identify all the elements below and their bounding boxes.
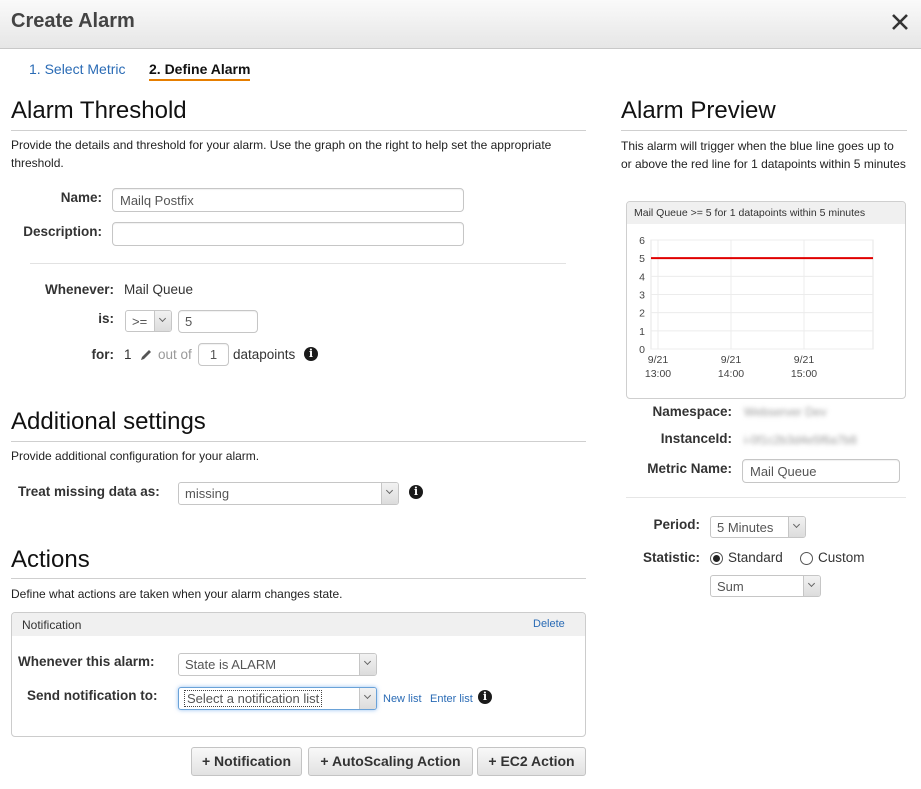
name-input[interactable]: Mailq Postfix <box>112 188 464 212</box>
alarm-preview-description: This alarm will trigger when the blue li… <box>621 139 906 171</box>
instanceid-label: InstanceId: <box>660 431 732 446</box>
metric-name-input[interactable]: Mail Queue <box>742 459 900 483</box>
chevron-down-icon <box>788 517 805 537</box>
y-tick-label: 1 <box>639 326 645 338</box>
statistic-custom-label[interactable]: Custom <box>818 550 865 565</box>
x-tick-time: 15:00 <box>791 368 817 380</box>
treat-missing-label: Treat missing data as: <box>18 484 160 499</box>
treat-missing-value: missing <box>185 486 230 501</box>
divider <box>621 130 907 131</box>
step-select-metric[interactable]: 1. Select Metric <box>29 61 125 77</box>
divider <box>11 578 586 579</box>
new-list-link[interactable]: New list <box>383 693 422 705</box>
chevron-down-icon <box>359 688 376 709</box>
operator-select[interactable]: >= <box>125 310 172 332</box>
datapoints-input[interactable]: 1 <box>198 343 229 366</box>
description-input[interactable] <box>112 222 464 246</box>
y-tick-label: 2 <box>639 308 645 320</box>
divider <box>11 130 586 131</box>
pencil-icon[interactable] <box>139 348 153 362</box>
actions-description: Define what actions are taken when your … <box>11 587 343 601</box>
operator-value: >= <box>132 314 148 329</box>
out-of-text: out of <box>158 347 192 362</box>
y-tick-label: 4 <box>639 271 645 283</box>
info-icon[interactable]: i <box>409 485 423 499</box>
add-autoscaling-action-button[interactable]: + AutoScaling Action <box>308 747 473 776</box>
statistic-standard-label[interactable]: Standard <box>728 550 783 565</box>
actions-heading: Actions <box>11 546 90 573</box>
statistic-select[interactable]: Sum <box>710 575 821 597</box>
y-tick-label: 3 <box>639 290 645 302</box>
add-notification-button[interactable]: + Notification <box>191 747 302 776</box>
additional-settings-description: Provide additional configuration for you… <box>11 449 260 463</box>
alarm-state-value: State is ALARM <box>185 657 277 672</box>
statistic-standard-radio[interactable] <box>710 552 723 565</box>
divider <box>626 497 906 498</box>
additional-settings-heading: Additional settings <box>11 408 206 435</box>
metric-name-label: Metric Name: <box>647 461 732 476</box>
y-tick-label: 0 <box>639 344 645 356</box>
step-define-alarm[interactable]: 2. Define Alarm <box>149 61 251 81</box>
statistic-custom-radio[interactable] <box>800 552 813 565</box>
whenever-alarm-label: Whenever this alarm: <box>18 654 155 669</box>
x-tick-date: 9/21 <box>794 354 815 366</box>
chevron-down-icon <box>381 483 398 504</box>
whenever-label: Whenever: <box>44 282 114 297</box>
alarm-preview-chart: Mail Queue >= 5 for 1 datapoints within … <box>626 201 906 399</box>
dialog-title: Create Alarm <box>11 10 135 32</box>
send-notification-label: Send notification to: <box>27 688 158 703</box>
alarm-state-select[interactable]: State is ALARM <box>178 653 377 676</box>
namespace-value: Webserver Dev <box>744 405 827 419</box>
x-tick-date: 9/21 <box>648 354 669 366</box>
notification-list-value: Select a notification list <box>183 690 323 707</box>
treat-missing-select[interactable]: missing <box>178 482 399 505</box>
period-label: Period: <box>653 517 700 532</box>
x-tick-date: 9/21 <box>721 354 742 366</box>
delete-link[interactable]: Delete <box>533 618 565 630</box>
y-tick-label: 5 <box>639 253 645 265</box>
alarm-threshold-description: Provide the details and threshold for yo… <box>11 138 552 170</box>
notification-panel-title: Notification <box>22 618 82 632</box>
namespace-label: Namespace: <box>652 404 732 419</box>
info-icon[interactable]: i <box>304 347 318 361</box>
divider <box>30 263 566 264</box>
statistic-value: Sum <box>717 579 744 594</box>
chart-plot: 0 1 2 3 4 5 6 9/21 13:00 9/21 14:00 9/21 15:00 <box>639 235 874 380</box>
chevron-down-icon <box>803 576 820 596</box>
dialog-header: Create Alarm <box>0 0 921 49</box>
x-tick-time: 14:00 <box>718 368 744 380</box>
is-label: is: <box>98 311 114 326</box>
chart-title: Mail Queue >= 5 for 1 datapoints within … <box>627 202 905 224</box>
for-count: 1 <box>124 347 132 362</box>
notification-list-select[interactable]: Select a notification list <box>178 687 377 710</box>
threshold-input[interactable]: 5 <box>178 310 258 333</box>
add-ec2-action-button[interactable]: + EC2 Action <box>477 747 586 776</box>
info-icon[interactable]: i <box>478 690 492 704</box>
period-select[interactable]: 5 Minutes <box>710 516 806 538</box>
for-label: for: <box>91 347 115 362</box>
x-tick-time: 13:00 <box>645 368 671 380</box>
chevron-down-icon <box>359 654 376 675</box>
close-icon[interactable] <box>889 11 911 33</box>
enter-list-link[interactable]: Enter list <box>430 693 473 705</box>
notification-panel-header: Notification <box>12 613 585 636</box>
alarm-preview-heading: Alarm Preview <box>621 97 776 124</box>
y-tick-label: 6 <box>639 235 645 247</box>
name-label: Name: <box>60 190 102 205</box>
chevron-down-icon <box>154 311 171 331</box>
instanceid-value: i-0f1c2b3d4e5f6a7b8 <box>744 433 857 447</box>
whenever-metric-value: Mail Queue <box>124 282 194 297</box>
divider <box>11 441 586 442</box>
datapoints-text: datapoints <box>233 347 296 362</box>
alarm-threshold-heading: Alarm Threshold <box>11 97 187 124</box>
period-value: 5 Minutes <box>717 520 774 535</box>
description-label: Description: <box>23 224 102 239</box>
statistic-label: Statistic: <box>642 550 700 565</box>
